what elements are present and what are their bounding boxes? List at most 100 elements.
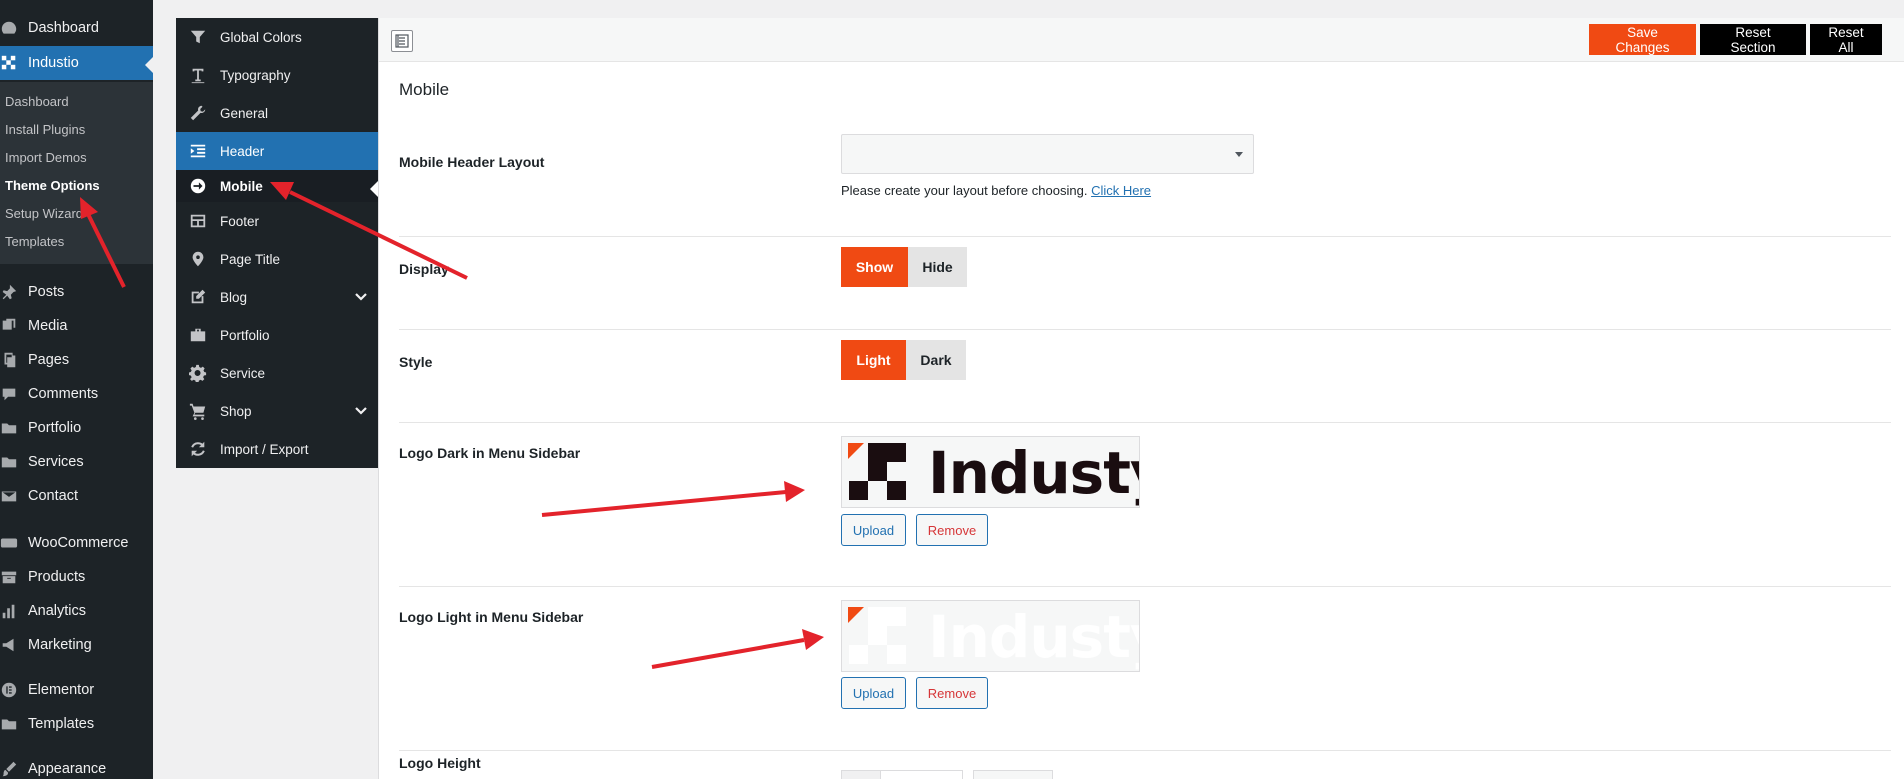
style-dark-button[interactable]: Dark bbox=[906, 340, 966, 380]
menu-media[interactable]: Media bbox=[0, 309, 153, 343]
menu-posts[interactable]: Posts bbox=[0, 275, 153, 309]
logo-height-unit-select[interactable]: px bbox=[973, 770, 1053, 779]
menu-industio[interactable]: Industio bbox=[0, 46, 153, 80]
style-toggle: Light Dark bbox=[841, 340, 966, 380]
industy-logo-mark bbox=[848, 607, 906, 664]
menu-woocommerce[interactable]: WooCommerce bbox=[0, 526, 153, 560]
nav-portfolio[interactable]: Portfolio bbox=[176, 316, 378, 354]
menu-marketing[interactable]: Marketing bbox=[0, 628, 153, 662]
menu-services[interactable]: Services bbox=[0, 445, 153, 479]
submenu-theme-options[interactable]: Theme Options bbox=[5, 176, 100, 196]
submenu-dashboard[interactable]: Dashboard bbox=[5, 92, 69, 112]
menu-products[interactable]: Products bbox=[0, 560, 153, 594]
nav-global-colors[interactable]: Global Colors bbox=[176, 18, 378, 56]
nav-label: Global Colors bbox=[220, 29, 302, 45]
dashboard-icon bbox=[0, 19, 28, 37]
submenu-setup-wizard[interactable]: Setup Wizard bbox=[5, 204, 83, 224]
logo-height-input[interactable] bbox=[881, 770, 963, 779]
nav-service[interactable]: Service bbox=[176, 354, 378, 392]
reset-section-button[interactable]: Reset Section bbox=[1700, 24, 1806, 55]
menu-contact[interactable]: Contact bbox=[0, 479, 153, 513]
logo-dark-remove-button[interactable]: Remove bbox=[916, 514, 988, 546]
field-style: Style bbox=[399, 330, 1891, 423]
menu-label: Contact bbox=[28, 488, 78, 504]
bar-chart-icon bbox=[0, 602, 28, 620]
menu-label: Templates bbox=[28, 716, 95, 732]
filter-icon bbox=[176, 28, 220, 46]
field-logo-light: Logo Light in Menu Sidebar bbox=[399, 587, 1891, 751]
media-icon bbox=[0, 317, 28, 335]
woo-icon bbox=[0, 534, 28, 552]
indent-icon bbox=[176, 142, 220, 160]
nav-blog[interactable]: Blog bbox=[176, 278, 378, 316]
nav-header[interactable]: Header bbox=[176, 132, 378, 170]
menu-appearance[interactable]: Appearance bbox=[0, 752, 153, 779]
menu-pages[interactable]: Pages bbox=[0, 343, 153, 377]
display-hide-button[interactable]: Hide bbox=[908, 247, 967, 287]
nav-shop[interactable]: Shop bbox=[176, 392, 378, 430]
menu-label: Pages bbox=[28, 352, 70, 368]
expand-options-icon[interactable] bbox=[391, 30, 413, 52]
logo-wordmark: Industy bbox=[928, 439, 1139, 507]
style-light-button[interactable]: Light bbox=[841, 340, 906, 380]
theme-options-nav: Global Colors Typography General Header … bbox=[176, 18, 378, 468]
menu-dashboard[interactable]: Dashboard bbox=[0, 11, 153, 45]
header-layout-select[interactable] bbox=[841, 134, 1254, 174]
nav-label: Import / Export bbox=[220, 441, 309, 457]
logo-light-preview: Industy bbox=[841, 600, 1140, 672]
submenu-import-demos[interactable]: Import Demos bbox=[5, 148, 87, 168]
nav-footer[interactable]: Footer bbox=[176, 202, 378, 240]
nav-typography[interactable]: Typography bbox=[176, 56, 378, 94]
options-toolbar: Save Changes Reset Section Reset All bbox=[379, 18, 1904, 62]
menu-label: Appearance bbox=[28, 761, 107, 777]
logo-height-control: px bbox=[841, 770, 1053, 779]
cart-icon bbox=[176, 402, 220, 420]
nav-label: General bbox=[220, 105, 269, 121]
nav-label: Page Title bbox=[220, 251, 281, 267]
menu-analytics[interactable]: Analytics bbox=[0, 594, 153, 628]
field-label: Mobile Header Layout bbox=[399, 154, 545, 170]
logo-light-remove-button[interactable]: Remove bbox=[916, 677, 988, 709]
menu-label: Analytics bbox=[28, 603, 87, 619]
admin-sidebar: Dashboard Industio Dashboard Install Plu… bbox=[0, 0, 153, 779]
chevron-down-icon[interactable] bbox=[354, 404, 368, 418]
field-label: Logo Light in Menu Sidebar bbox=[399, 609, 584, 625]
nav-label: Header bbox=[220, 143, 265, 159]
submenu-templates[interactable]: Templates bbox=[5, 232, 64, 252]
menu-elementor[interactable]: Elementor bbox=[0, 673, 153, 707]
nav-mobile[interactable]: Mobile bbox=[176, 170, 378, 202]
industio-icon bbox=[0, 54, 28, 72]
nav-page-title[interactable]: Page Title bbox=[176, 240, 378, 278]
field-logo-dark: Logo Dark in Menu Sidebar bbox=[399, 423, 1891, 587]
save-changes-button[interactable]: Save Changes bbox=[1589, 24, 1696, 55]
location-pin-icon bbox=[176, 250, 220, 268]
field-label: Logo Dark in Menu Sidebar bbox=[399, 445, 581, 461]
folder-icon bbox=[0, 715, 28, 733]
nav-import-export[interactable]: Import / Export bbox=[176, 430, 378, 468]
menu-comments[interactable]: Comments bbox=[0, 377, 153, 411]
logo-dark-upload-button[interactable]: Upload bbox=[841, 514, 906, 546]
industio-submenu: Dashboard Install Plugins Import Demos T… bbox=[0, 82, 153, 264]
submenu-install-plugins[interactable]: Install Plugins bbox=[5, 120, 85, 140]
menu-label: Media bbox=[28, 318, 68, 334]
nav-general[interactable]: General bbox=[176, 94, 378, 132]
logo-light-upload-button[interactable]: Upload bbox=[841, 677, 906, 709]
click-here-link[interactable]: Click Here bbox=[1091, 183, 1151, 198]
text-icon bbox=[176, 66, 220, 84]
menu-label: Marketing bbox=[28, 637, 92, 653]
menu-portfolio[interactable]: Portfolio bbox=[0, 411, 153, 445]
menu-templates[interactable]: Templates bbox=[0, 707, 153, 741]
folder-icon bbox=[0, 419, 28, 437]
menu-label: Industio bbox=[28, 55, 79, 71]
logo-height-label: Logo Height bbox=[399, 755, 481, 771]
display-show-button[interactable]: Show bbox=[841, 247, 908, 287]
reset-all-button[interactable]: Reset All bbox=[1810, 24, 1882, 55]
elementor-icon bbox=[0, 681, 28, 699]
industy-logo-mark bbox=[848, 443, 906, 500]
field-label: Display bbox=[399, 261, 449, 277]
nav-label: Typography bbox=[220, 67, 291, 83]
menu-label: Services bbox=[28, 454, 84, 470]
layout-help-text: Please create your layout before choosin… bbox=[841, 183, 1152, 198]
edit-icon bbox=[176, 288, 220, 306]
chevron-down-icon[interactable] bbox=[354, 290, 368, 304]
